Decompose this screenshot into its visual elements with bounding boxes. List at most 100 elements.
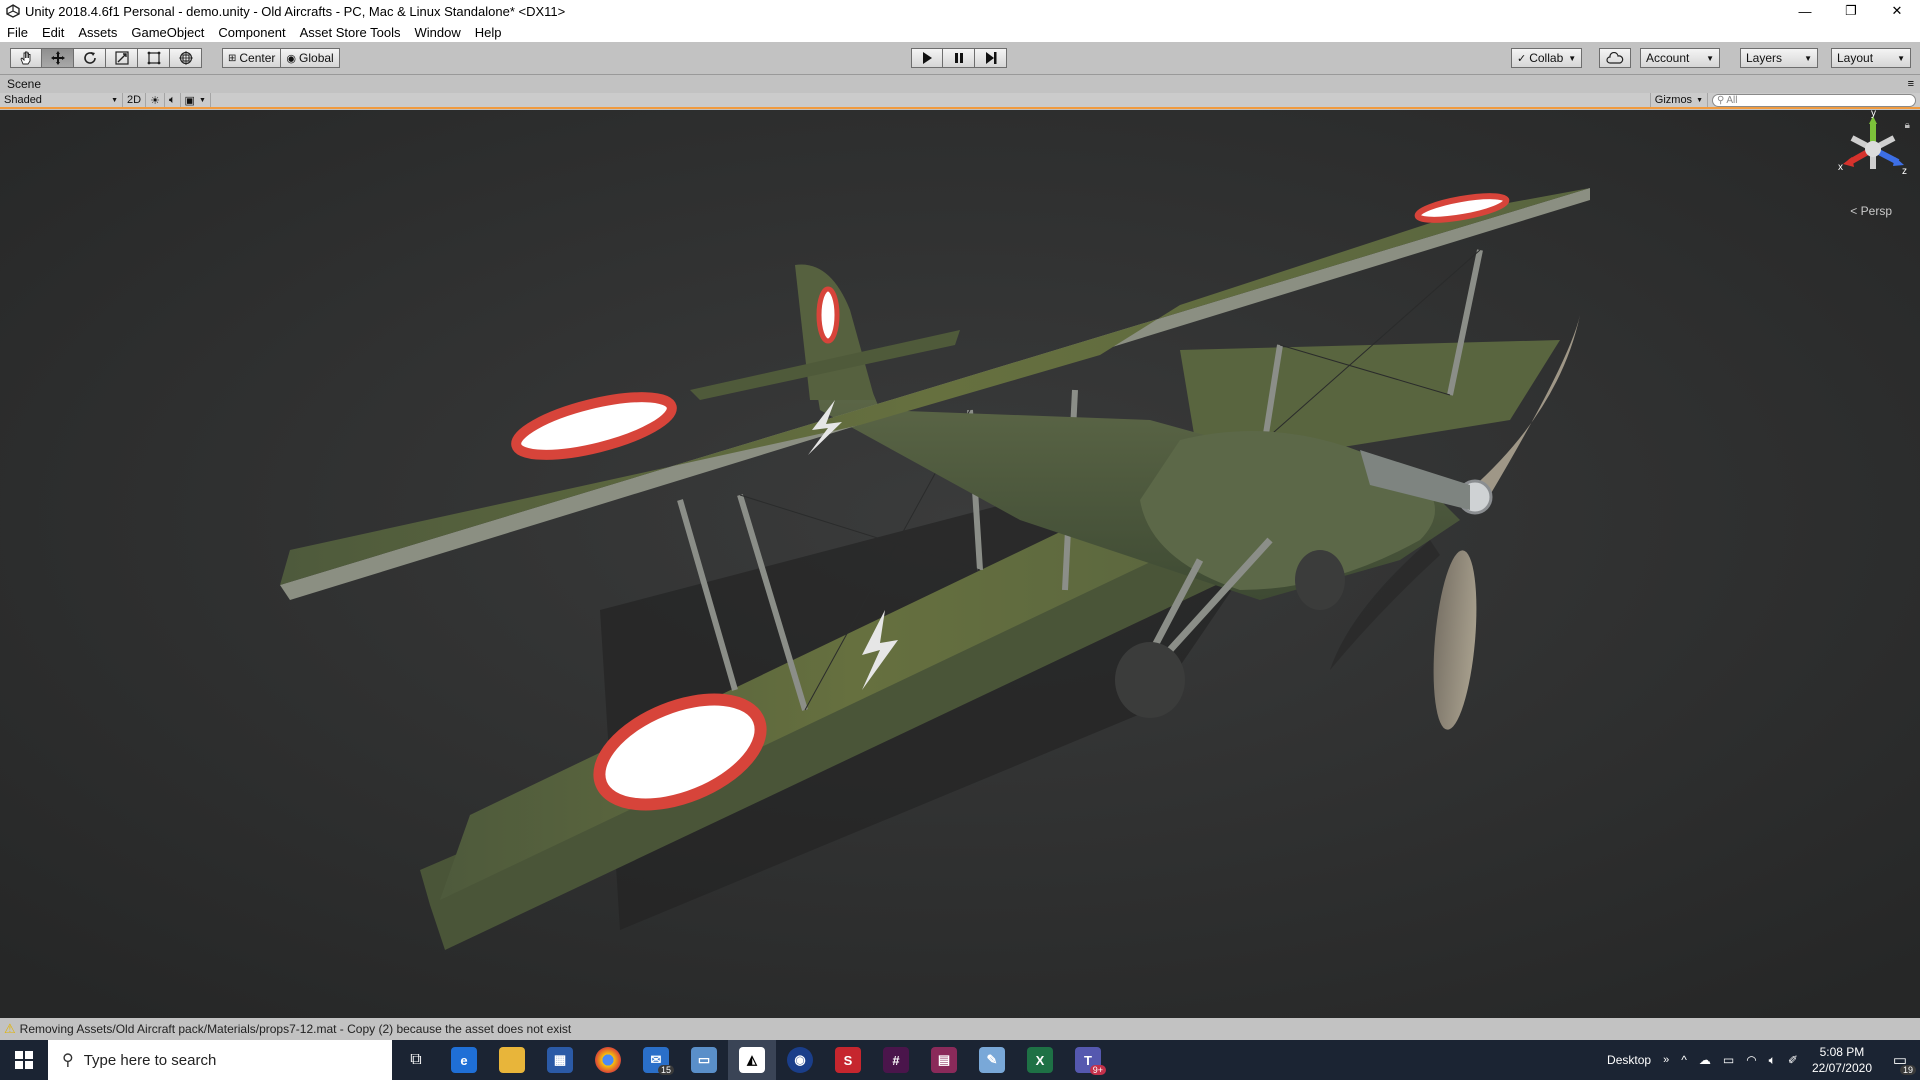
collab-label: Collab: [1529, 51, 1564, 65]
collab-button[interactable]: ✓ Collab ▼: [1511, 48, 1583, 68]
battery-icon[interactable]: ▭: [1723, 1053, 1734, 1067]
layout-label: Layout: [1837, 51, 1874, 65]
monitor-icon: ▭: [691, 1047, 717, 1073]
image-icon: ▣: [184, 94, 195, 107]
pivot-mode-button[interactable]: ⊞ Center: [222, 48, 282, 68]
store-app[interactable]: ▦: [536, 1040, 584, 1080]
menu-edit[interactable]: Edit: [35, 25, 71, 40]
draw-mode-dropdown[interactable]: Shaded ▼: [0, 93, 123, 107]
task-view-button[interactable]: ⧉: [392, 1040, 440, 1080]
hand-tool-button[interactable]: [10, 48, 42, 68]
layers-dropdown[interactable]: Layers ▼: [1740, 48, 1818, 68]
slack-app[interactable]: #: [872, 1040, 920, 1080]
menu-gameobject[interactable]: GameObject: [124, 25, 211, 40]
axis-z-label: z: [1902, 166, 1907, 177]
double-chevron-icon[interactable]: »: [1663, 1054, 1669, 1066]
toggle-2d-button[interactable]: 2D: [123, 93, 147, 107]
check-icon: ✓: [1517, 52, 1527, 65]
account-label: Account: [1646, 51, 1690, 65]
rotate-icon: [83, 52, 96, 64]
edge-app[interactable]: e: [440, 1040, 488, 1080]
step-button[interactable]: [975, 48, 1007, 68]
menu-help[interactable]: Help: [468, 25, 509, 40]
remote-desktop-app[interactable]: ▭: [680, 1040, 728, 1080]
substance-app[interactable]: S: [824, 1040, 872, 1080]
clock-date: 22/07/2020: [1811, 1061, 1872, 1075]
chevron-up-icon[interactable]: ^: [1681, 1053, 1687, 1067]
window-titlebar: Unity 2018.4.6f1 Personal - demo.unity -…: [0, 0, 1920, 22]
transform-tool-button[interactable]: [170, 48, 202, 68]
rect-transform-icon: [147, 51, 160, 65]
excel-icon: X: [1027, 1047, 1053, 1073]
layout-dropdown[interactable]: Layout ▼: [1831, 48, 1911, 68]
mail-badge: 15: [657, 1065, 674, 1075]
gizmos-dropdown[interactable]: Gizmos ▼: [1649, 93, 1708, 107]
chevron-down-icon: ▼: [1696, 96, 1703, 104]
unity-app[interactable]: ◭: [728, 1040, 776, 1080]
tab-scene[interactable]: Scene: [0, 77, 48, 91]
substance-icon: S: [835, 1047, 861, 1073]
task-view-icon: ⧉: [410, 1051, 422, 1068]
notification-count: 19: [1899, 1065, 1916, 1075]
mail-app[interactable]: ✉ 15: [632, 1040, 680, 1080]
search-icon: ⚲: [62, 1052, 74, 1069]
taskbar-search-placeholder: Type here to search: [83, 1051, 217, 1069]
taskbar-search-input[interactable]: ⚲ Type here to search: [48, 1040, 392, 1080]
panel-menu-icon[interactable]: ≡: [1908, 78, 1914, 90]
console-status-bar[interactable]: ⚠ Removing Assets/Old Aircraft pack/Mate…: [0, 1018, 1920, 1040]
winrar-app[interactable]: ▤: [920, 1040, 968, 1080]
chrome-icon: [595, 1047, 621, 1073]
move-tool-button[interactable]: [42, 48, 74, 68]
account-controls: Account ▼: [1640, 48, 1720, 68]
restore-button[interactable]: ❐: [1828, 0, 1874, 22]
cloud-button[interactable]: [1599, 48, 1631, 68]
pause-icon: [954, 53, 963, 63]
start-button[interactable]: [0, 1040, 48, 1080]
cinema4d-app[interactable]: ◉: [776, 1040, 824, 1080]
chevron-down-icon: ▼: [198, 96, 206, 104]
menu-file[interactable]: File: [0, 25, 35, 40]
close-button[interactable]: ✕: [1874, 0, 1920, 22]
pen-icon[interactable]: ✐: [1788, 1053, 1798, 1067]
account-dropdown[interactable]: Account ▼: [1640, 48, 1720, 68]
chevron-down-icon: ▼: [1706, 53, 1714, 63]
scene-viewport[interactable]: y x z 🔒︎ < Persp: [0, 110, 1920, 1018]
menu-assets[interactable]: Assets: [71, 25, 124, 40]
desktop-toolbar[interactable]: Desktop: [1607, 1053, 1651, 1067]
chevron-down-icon: ▼: [1804, 53, 1812, 63]
paint-app[interactable]: ✎: [968, 1040, 1016, 1080]
menu-component[interactable]: Component: [211, 25, 292, 40]
scene-search-input[interactable]: ⚲ All: [1712, 93, 1916, 107]
warning-icon: ⚠: [4, 1021, 16, 1036]
pause-button[interactable]: [943, 48, 975, 68]
scale-tool-button[interactable]: [106, 48, 138, 68]
onedrive-icon[interactable]: ☁: [1699, 1053, 1711, 1067]
excel-app[interactable]: X: [1016, 1040, 1064, 1080]
chrome-app[interactable]: [584, 1040, 632, 1080]
menu-asset-store-tools[interactable]: Asset Store Tools: [293, 25, 408, 40]
windows-logo-icon: [15, 1051, 33, 1069]
rotate-tool-button[interactable]: [74, 48, 106, 68]
lock-icon[interactable]: 🔒︎: [1905, 120, 1910, 131]
volume-icon[interactable]: 🔈︎: [1769, 1053, 1776, 1068]
draw-mode-label: Shaded: [4, 94, 42, 106]
speaker-icon: 🔈︎: [168, 93, 176, 106]
play-button[interactable]: [911, 48, 943, 68]
pivot-rotation-button[interactable]: ◉ Global: [281, 48, 340, 68]
layers-controls: Layers ▼: [1740, 48, 1818, 68]
network-icon[interactable]: ◠: [1746, 1053, 1756, 1067]
teams-app[interactable]: T 9+: [1064, 1040, 1112, 1080]
file-explorer-app[interactable]: [488, 1040, 536, 1080]
audio-toggle[interactable]: 🔈︎: [165, 93, 181, 107]
chevron-down-icon: ▼: [1568, 53, 1577, 63]
menu-window[interactable]: Window: [408, 25, 468, 40]
notification-center-button[interactable]: ▭ 19: [1880, 1040, 1920, 1080]
effects-dropdown[interactable]: ▣ ▼: [181, 93, 211, 107]
unity-icon: ◭: [739, 1047, 765, 1073]
minimize-button[interactable]: —: [1782, 0, 1828, 22]
projection-label[interactable]: < Persp: [1850, 204, 1892, 218]
rect-tool-button[interactable]: [138, 48, 170, 68]
lighting-toggle[interactable]: ☀: [146, 93, 165, 107]
clock[interactable]: 5:08 PM 22/07/2020: [1812, 1044, 1872, 1076]
windows-taskbar: ⚲ Type here to search ⧉ e ▦ ✉ 15 ▭ ◭ ◉ S…: [0, 1040, 1920, 1080]
